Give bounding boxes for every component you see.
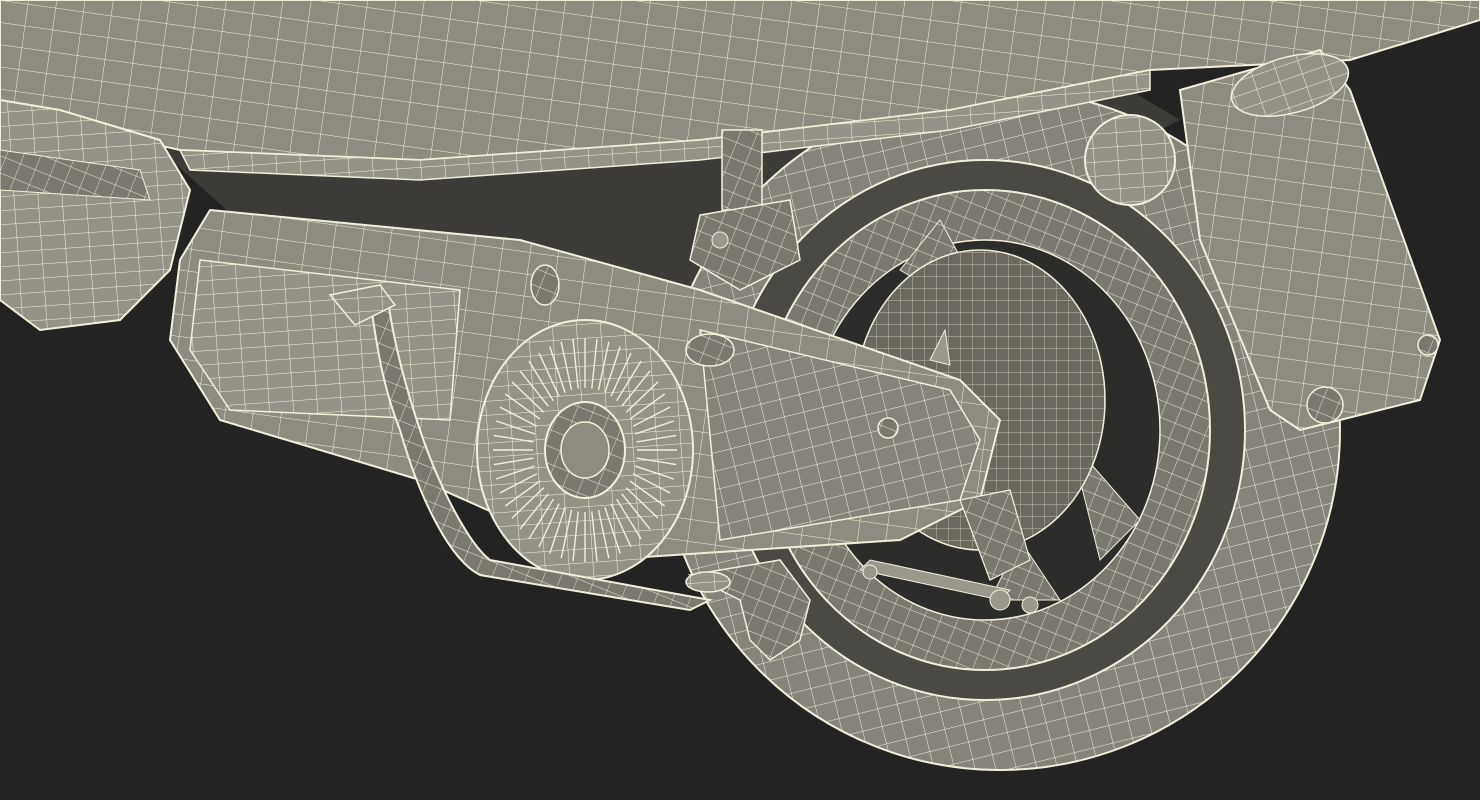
wireframe-scene	[0, 0, 1480, 771]
cooling-fan-cover	[476, 319, 694, 581]
render-viewport	[0, 0, 1480, 800]
